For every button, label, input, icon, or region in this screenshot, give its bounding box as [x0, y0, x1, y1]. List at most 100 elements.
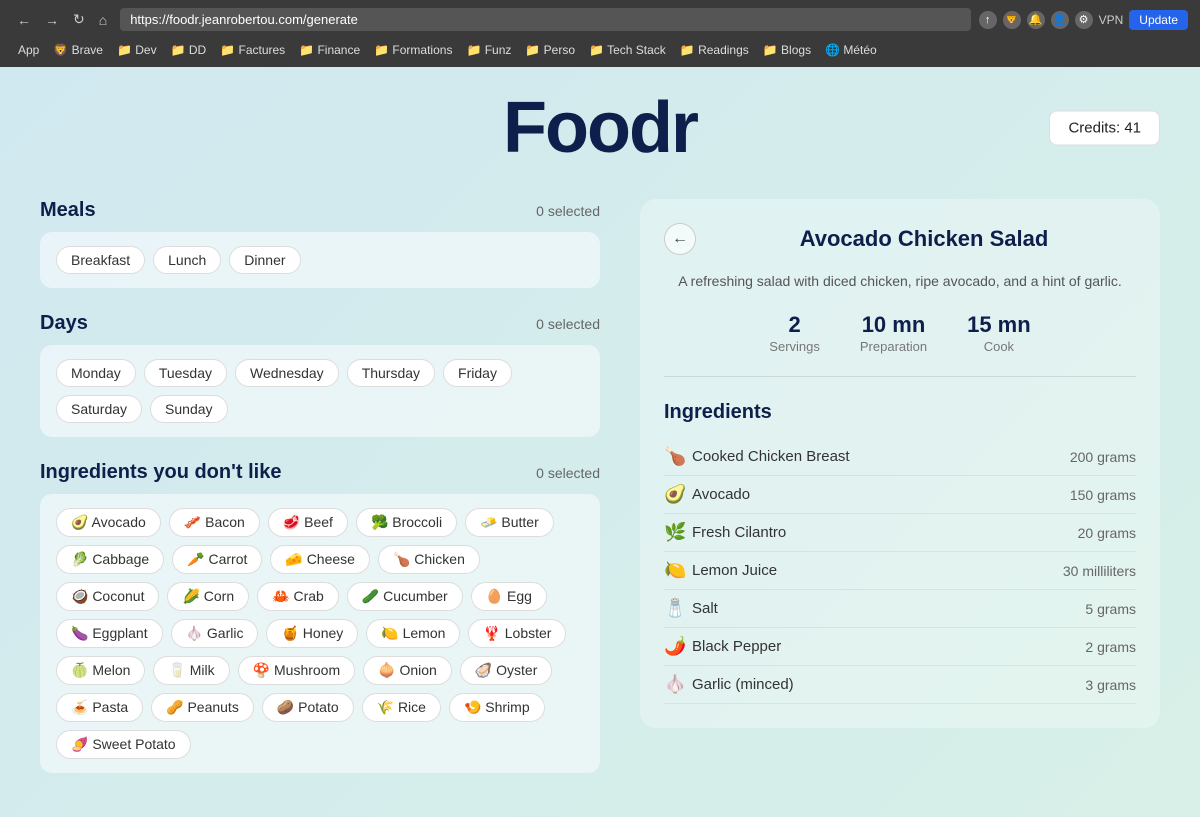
tag-cabbage[interactable]: 🥬 Cabbage — [56, 545, 164, 574]
ingredients-title: Ingredients — [664, 401, 1136, 424]
bookmark-techstack[interactable]: 📁 Tech Stack — [583, 41, 672, 59]
tag-wednesday[interactable]: Wednesday — [235, 359, 339, 387]
tag-coconut[interactable]: 🥥 Coconut — [56, 582, 159, 611]
tag-sweet-potato[interactable]: 🍠 Sweet Potato — [56, 730, 191, 759]
tag-mushroom[interactable]: 🍄 Mushroom — [238, 656, 355, 685]
servings-label: Servings — [769, 339, 820, 354]
tag-lobster[interactable]: 🦞 Lobster — [468, 619, 566, 648]
meals-count: 0 selected — [536, 203, 600, 219]
app-title: Foodr — [503, 87, 697, 169]
share-icon[interactable]: ↑ — [979, 11, 997, 29]
servings-value: 2 — [769, 312, 820, 338]
tag-potato[interactable]: 🥔 Potato — [262, 693, 354, 722]
ingredients-dislike-title: Ingredients you don't like — [40, 461, 281, 484]
ingredient-amount: 150 grams — [1070, 487, 1136, 503]
profile-icon[interactable]: 👤 — [1051, 11, 1069, 29]
bookmark-dev[interactable]: 📁 Dev — [111, 41, 163, 59]
tag-honey[interactable]: 🍯 Honey — [266, 619, 358, 648]
tag-onion[interactable]: 🧅 Onion — [363, 656, 452, 685]
tag-friday[interactable]: Friday — [443, 359, 512, 387]
tag-avocado[interactable]: 🥑 Avocado — [56, 508, 161, 537]
bookmark-dd[interactable]: 📁 DD — [165, 41, 213, 59]
prep-value: 10 mn — [860, 312, 927, 338]
bookmark-brave[interactable]: 🦁 Brave — [47, 41, 109, 59]
update-button[interactable]: Update — [1129, 10, 1188, 30]
ingredient-row: 🌿 Fresh Cilantro 20 grams — [664, 514, 1136, 552]
tag-monday[interactable]: Monday — [56, 359, 136, 387]
notification-icon[interactable]: 🔔 — [1027, 11, 1045, 29]
recipe-prev-button[interactable]: ← — [664, 223, 696, 255]
tag-cheese[interactable]: 🧀 Cheese — [270, 545, 370, 574]
stat-prep: 10 mn Preparation — [860, 312, 927, 356]
home-button[interactable]: ⌂ — [94, 9, 112, 30]
tag-eggplant[interactable]: 🍆 Eggplant — [56, 619, 163, 648]
ingredient-amount: 2 grams — [1085, 639, 1136, 655]
ingredient-name: Black Pepper — [692, 638, 1085, 655]
ingredient-amount: 3 grams — [1085, 677, 1136, 693]
tag-garlic[interactable]: 🧄 Garlic — [171, 619, 259, 648]
tag-sunday[interactable]: Sunday — [150, 395, 227, 423]
tag-carrot[interactable]: 🥕 Carrot — [172, 545, 262, 574]
settings-icon[interactable]: ⚙ — [1075, 11, 1093, 29]
recipe-card: ← Avocado Chicken Salad A refreshing sal… — [640, 199, 1160, 728]
tag-tuesday[interactable]: Tuesday — [144, 359, 227, 387]
tag-butter[interactable]: 🧈 Butter — [465, 508, 554, 537]
tag-crab[interactable]: 🦀 Crab — [257, 582, 339, 611]
back-button[interactable]: ← — [12, 9, 36, 30]
reload-button[interactable]: ↻ — [68, 9, 90, 30]
tag-milk[interactable]: 🥛 Milk — [153, 656, 229, 685]
ingredient-amount: 30 milliliters — [1063, 563, 1136, 579]
tag-oyster[interactable]: 🦪 Oyster — [460, 656, 553, 685]
bookmark-readings[interactable]: 📁 Readings — [674, 41, 755, 59]
tag-lemon[interactable]: 🍋 Lemon — [366, 619, 460, 648]
main-content: Meals 0 selected Breakfast Lunch Dinner … — [40, 199, 1160, 797]
tag-saturday[interactable]: Saturday — [56, 395, 142, 423]
tag-melon[interactable]: 🍈 Melon — [56, 656, 145, 685]
bookmark-blogs[interactable]: 📁 Blogs — [757, 41, 817, 59]
bookmark-perso[interactable]: 📁 Perso — [519, 41, 581, 59]
vpn-label: VPN — [1099, 13, 1124, 27]
meals-tags: Breakfast Lunch Dinner — [40, 232, 600, 288]
ingredient-name: Lemon Juice — [692, 562, 1063, 579]
forward-button[interactable]: → — [40, 9, 64, 30]
tag-cucumber[interactable]: 🥒 Cucumber — [347, 582, 463, 611]
ingredient-amount: 5 grams — [1085, 601, 1136, 617]
days-count: 0 selected — [536, 316, 600, 332]
tag-peanuts[interactable]: 🥜 Peanuts — [151, 693, 254, 722]
bookmark-factures[interactable]: 📁 Factures — [214, 41, 291, 59]
address-bar[interactable] — [120, 8, 970, 31]
bookmark-funz[interactable]: 📁 Funz — [460, 41, 517, 59]
tag-breakfast[interactable]: Breakfast — [56, 246, 145, 274]
days-title: Days — [40, 312, 88, 335]
cook-label: Cook — [984, 339, 1014, 354]
tag-rice[interactable]: 🌾 Rice — [362, 693, 441, 722]
tag-dinner[interactable]: Dinner — [229, 246, 300, 274]
tag-beef[interactable]: 🥩 Beef — [268, 508, 348, 537]
tag-corn[interactable]: 🌽 Corn — [167, 582, 249, 611]
left-panel: Meals 0 selected Breakfast Lunch Dinner … — [40, 199, 600, 797]
bookmarks-bar: App 🦁 Brave 📁 Dev 📁 DD 📁 Factures 📁 Fina… — [12, 37, 1188, 61]
stat-servings: 2 Servings — [769, 312, 820, 356]
tag-thursday[interactable]: Thursday — [347, 359, 435, 387]
ingredient-amount: 200 grams — [1070, 449, 1136, 465]
days-tags: Monday Tuesday Wednesday Thursday Friday… — [40, 345, 600, 437]
ingredient-row: 🍋 Lemon Juice 30 milliliters — [664, 552, 1136, 590]
tag-chicken[interactable]: 🍗 Chicken — [378, 545, 480, 574]
days-section: Days 0 selected Monday Tuesday Wednesday… — [40, 312, 600, 437]
recipe-ingredients-list: 🍗 Cooked Chicken Breast 200 grams 🥑 Avoc… — [664, 438, 1136, 704]
tag-lunch[interactable]: Lunch — [153, 246, 221, 274]
tag-pasta[interactable]: 🍝 Pasta — [56, 693, 143, 722]
tag-broccoli[interactable]: 🥦 Broccoli — [356, 508, 457, 537]
tag-egg[interactable]: 🥚 Egg — [471, 582, 547, 611]
ingredient-row: 🧂 Salt 5 grams — [664, 590, 1136, 628]
right-panel: ← Avocado Chicken Salad A refreshing sal… — [640, 199, 1160, 797]
tag-shrimp[interactable]: 🍤 Shrimp — [449, 693, 545, 722]
tag-bacon[interactable]: 🥓 Bacon — [169, 508, 260, 537]
bookmark-finance[interactable]: 📁 Finance — [293, 41, 366, 59]
ingredient-row: 🍗 Cooked Chicken Breast 200 grams — [664, 438, 1136, 476]
nav-buttons: ← → ↻ ⌂ — [12, 9, 112, 30]
bookmark-formations[interactable]: 📁 Formations — [368, 41, 458, 59]
bookmark-meteo[interactable]: 🌐 Météo — [819, 41, 883, 59]
extension-icon[interactable]: 🦁 — [1003, 11, 1021, 29]
bookmark-app[interactable]: App — [12, 41, 45, 59]
